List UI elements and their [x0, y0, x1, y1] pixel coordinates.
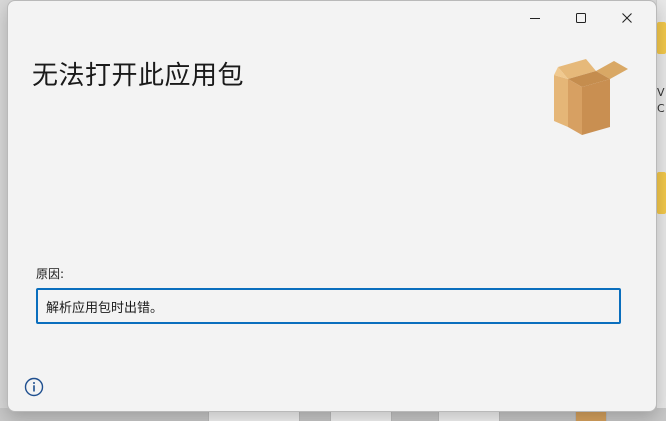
background-label: C: [657, 102, 665, 115]
info-icon[interactable]: [24, 377, 44, 397]
background-folder-icon: [657, 22, 666, 54]
maximize-button[interactable]: [558, 3, 604, 33]
reason-text: 解析应用包时出错。: [46, 301, 164, 316]
app-installer-dialog: 无法打开此应用包 原因: 解析应用包时出错。: [7, 0, 657, 412]
package-box-icon: [554, 59, 628, 135]
maximize-icon: [576, 13, 586, 23]
close-button[interactable]: [604, 3, 650, 33]
background-label: V: [657, 86, 665, 99]
reason-label: 原因:: [36, 267, 65, 281]
window-controls: [512, 3, 650, 33]
background-folder-icon: [657, 172, 666, 214]
minimize-icon: [530, 18, 540, 19]
dialog-title: 无法打开此应用包: [32, 61, 245, 91]
reason-details-box[interactable]: 解析应用包时出错。: [36, 288, 621, 324]
minimize-button[interactable]: [512, 3, 558, 33]
close-icon: [622, 13, 632, 23]
